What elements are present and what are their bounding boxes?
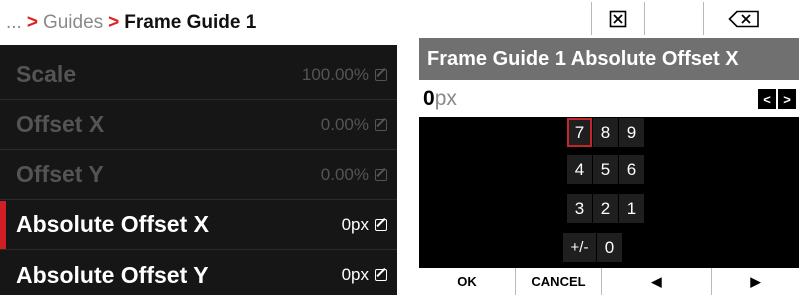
keypad-dialog: Frame Guide 1 Absolute Offset X 0 px < > … (419, 0, 799, 295)
menu-item-value: 0px (342, 215, 387, 235)
right-arrow-icon: ▶ (750, 273, 761, 289)
clear-all-icon (609, 10, 627, 27)
backspace-icon (727, 10, 759, 27)
menu-item-label: Offset X (16, 111, 105, 137)
menu-item-value: 0.00% (321, 115, 387, 135)
key-5[interactable]: 5 (593, 155, 618, 184)
cancel-button[interactable]: CANCEL (516, 268, 602, 295)
breadcrumb-separator: > (26, 11, 38, 33)
breadcrumb-guides[interactable]: Guides (43, 12, 103, 34)
dialog-title: Frame Guide 1 Absolute Offset X (419, 38, 799, 80)
left-arrow-button[interactable]: ◀ (602, 268, 712, 295)
edit-icon (375, 168, 387, 181)
cursor-right-button[interactable]: > (778, 89, 796, 109)
menu-item-label: Scale (16, 61, 77, 87)
key-2[interactable]: 2 (593, 194, 618, 223)
menu-item-value: 0px (342, 265, 387, 285)
key-9[interactable]: 9 (619, 118, 644, 147)
input-unit: px (434, 86, 457, 110)
menu-item-offset-y: Offset Y 0.00% (0, 150, 397, 200)
edit-icon (375, 118, 387, 131)
menu-item-label: Absolute Offset X (16, 211, 209, 237)
menu-item-absolute-offset-y[interactable]: Absolute Offset Y 0px (0, 250, 397, 300)
keypad-top-bar (419, 0, 799, 38)
cursor-left-button[interactable]: < (758, 89, 776, 109)
key-4[interactable]: 4 (567, 155, 592, 184)
breadcrumb-ellipsis[interactable]: ... (6, 12, 22, 34)
menu-item-offset-x: Offset X 0.00% (0, 100, 397, 150)
key-plus-minus[interactable]: +/- (563, 233, 596, 262)
breadcrumb-current: Frame Guide 1 (124, 11, 257, 33)
keypad-bottom-bar: OK CANCEL ◀ ▶ (419, 268, 799, 295)
ok-button[interactable]: OK (419, 268, 516, 295)
value-input[interactable]: 0 px (419, 80, 799, 117)
key-1[interactable]: 1 (619, 194, 644, 223)
menu-item-label: Offset Y (16, 161, 104, 187)
guide-settings-menu: ... > Guides > Frame Guide 1 Scale 100.0… (0, 0, 397, 295)
breadcrumb: ... > Guides > Frame Guide 1 (0, 0, 397, 45)
backspace-button[interactable] (703, 2, 783, 35)
selection-marker (0, 201, 6, 249)
clear-button[interactable] (591, 2, 645, 35)
edit-icon (375, 218, 387, 231)
edit-icon (375, 269, 387, 281)
key-3[interactable]: 3 (567, 194, 592, 223)
left-arrow-icon: ◀ (651, 273, 662, 289)
menu-item-absolute-offset-x[interactable]: Absolute Offset X 0px (0, 200, 397, 250)
breadcrumb-separator: > (108, 11, 120, 33)
input-number: 0 (423, 86, 435, 110)
key-6[interactable]: 6 (619, 155, 644, 184)
key-0[interactable]: 0 (597, 233, 622, 262)
key-8[interactable]: 8 (593, 118, 618, 147)
right-arrow-button[interactable]: ▶ (712, 268, 799, 295)
key-7[interactable]: 7 (567, 118, 592, 147)
menu-item-label: Absolute Offset Y (16, 261, 209, 288)
menu-item-value: 100.00% (302, 65, 387, 85)
menu-item-scale: Scale 100.00% (0, 50, 397, 100)
menu-item-value: 0.00% (321, 165, 387, 185)
edit-icon (375, 68, 387, 81)
